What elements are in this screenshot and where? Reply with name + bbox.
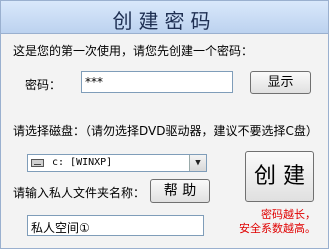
help-button[interactable]: 帮 助	[150, 179, 210, 203]
disk-label: 请选择磁盘：（请勿选择DVD驱动器，建议不要选择C盘）	[13, 124, 318, 138]
hint-line-2: 安全系数越高。	[239, 222, 316, 235]
title-bar: 创建密码	[1, 1, 328, 34]
password-input[interactable]: ***	[81, 71, 233, 93]
folder-name-input[interactable]: 私人空间①	[27, 215, 204, 236]
password-label: 密码：	[25, 78, 62, 92]
show-password-button[interactable]: 显示	[250, 71, 311, 94]
create-button[interactable]: 创 建	[245, 151, 314, 202]
intro-text: 这是您的第一次使用，请您先创建一个密码：	[13, 44, 254, 58]
dialog-window: 创建密码 这是您的第一次使用，请您先创建一个密码： 密码： *** 显示 请选择…	[0, 0, 329, 249]
folder-label: 请输入私人文件夹名称：	[13, 186, 146, 200]
window-title: 创建密码	[112, 9, 217, 33]
disk-select[interactable]: c: [WINXP] ▼	[27, 154, 207, 172]
disk-select-value: c: [WINXP]	[52, 157, 113, 168]
password-hint: 密码越长， 安全系数越高。	[239, 208, 316, 236]
hint-line-1: 密码越长，	[261, 208, 316, 221]
drive-icon	[31, 159, 44, 167]
chevron-down-icon[interactable]: ▼	[189, 155, 206, 171]
